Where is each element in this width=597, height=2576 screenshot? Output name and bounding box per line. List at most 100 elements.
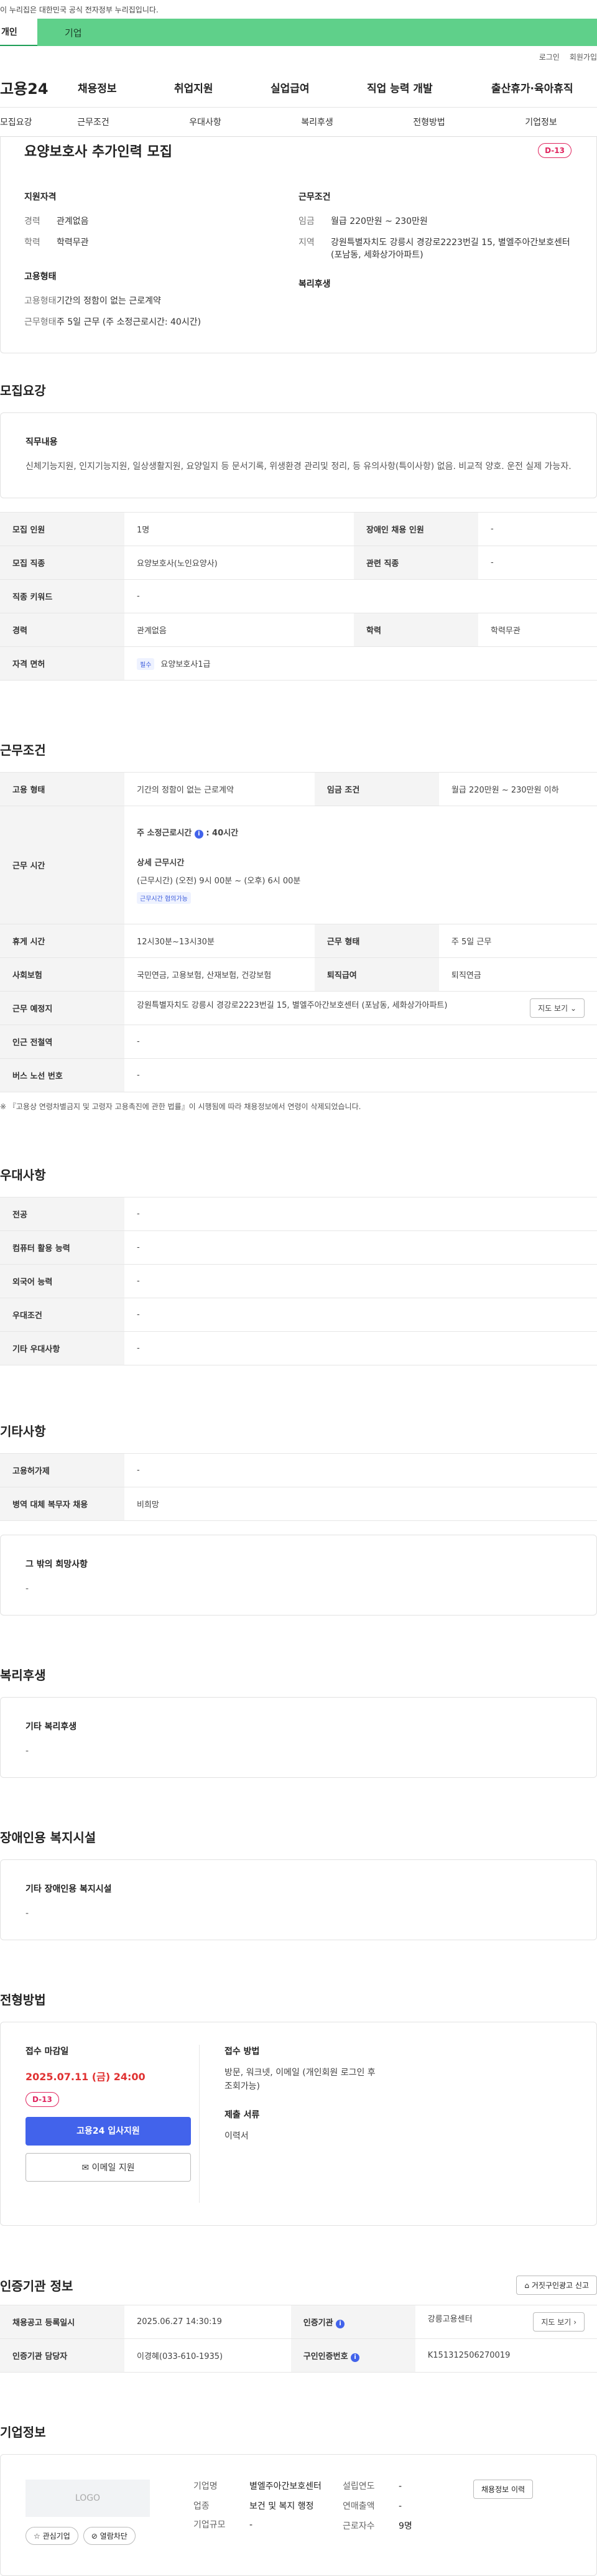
tab-workcond[interactable]: 근무조건 bbox=[37, 116, 149, 128]
cert-agency-key: 인증기관 i bbox=[290, 2305, 415, 2339]
hours-weekly-value: : 40시간 bbox=[206, 829, 239, 838]
deadline-value: 2025.07.11 (금) 24:00 bbox=[25, 2071, 146, 2083]
apply-dday-badge: D-13 bbox=[25, 2092, 59, 2107]
cell-key: 근무 예정지 bbox=[0, 991, 124, 1025]
emp-heading: 고용형태 bbox=[24, 272, 57, 282]
job-title: 요양보호사 추가인력 모집 bbox=[24, 144, 172, 160]
cell-key: 우대조건 bbox=[0, 1298, 124, 1332]
info-icon[interactable]: i bbox=[194, 830, 203, 839]
cell-value: 월급 220만원 ~ 230만원 이하 bbox=[438, 772, 597, 806]
recruit-table: 모집 인원 1명 장애인 채용 인원 - 모집 직종 요양보호사(노인요양사) 관련 직종… bbox=[0, 512, 597, 681]
gnb-item-jobs[interactable]: 채용정보 bbox=[78, 80, 174, 95]
disabled-title: 장애인용 복지시설 bbox=[0, 1830, 96, 1845]
table-row: 병역 대체 복무자 채용 비희망 bbox=[0, 1487, 597, 1521]
site-logo[interactable]: 고용24 bbox=[0, 77, 78, 98]
welfare-heading: 복리후생 bbox=[298, 279, 331, 289]
area-row: 지역 강원특별자치도 강릉시 경강로2223번길 15, 별엘주아간보호센터 (포… bbox=[298, 236, 573, 261]
cell-value: - bbox=[124, 1331, 597, 1365]
corp-year-key: 설립연도 bbox=[343, 2481, 375, 2491]
hours-weekly: 주 소정근로시간 i : 40시간 bbox=[137, 826, 585, 839]
cell-key: 고용허가제 bbox=[0, 1453, 124, 1487]
career-key: 경력 bbox=[24, 216, 40, 226]
cert-agency-value: 강릉고용센터 bbox=[427, 2315, 473, 2324]
cell-key: 모집 인원 bbox=[0, 512, 124, 546]
tab-recruit[interactable]: 모집요강 bbox=[0, 116, 37, 128]
welfare-title: 복리후생 bbox=[0, 1668, 46, 1683]
gnb-item-support[interactable]: 취업지원 bbox=[174, 80, 271, 95]
disabled-box: 기타 장애인용 복지시설 - bbox=[0, 1859, 597, 1940]
table-row: 컴퓨터 활용 능력 - bbox=[0, 1230, 597, 1265]
cert-map-button[interactable]: 지도 보기 › bbox=[533, 2312, 585, 2332]
license-value: 요양보호사1급 bbox=[160, 659, 211, 669]
hours-detail-value: (근무시간) (오전) 9시 00분 ~ (오후) 6시 00분 bbox=[137, 876, 301, 886]
corp-size-value: - bbox=[249, 2520, 253, 2530]
cell-key: 자격 면허 bbox=[0, 646, 124, 681]
cell-value: 주 5일 근무 bbox=[438, 924, 597, 958]
report-button[interactable]: ⌂ 거짓구인광고 신고 bbox=[516, 2276, 597, 2295]
corp-industry-row: 업종 보건 및 복지 행정 bbox=[193, 2499, 343, 2513]
cell-value: - bbox=[124, 1197, 597, 1231]
map-button[interactable]: 지도 보기 ⌄ bbox=[530, 998, 585, 1018]
corp-emp-key: 근로자수 bbox=[343, 2521, 375, 2531]
cell-value: - bbox=[124, 1264, 597, 1298]
cell-key: 모집 직종 bbox=[0, 546, 124, 580]
gnb-item-leave[interactable]: 출산휴가·육아휴직 bbox=[491, 80, 597, 95]
role-corp-label: 기업 bbox=[65, 27, 82, 39]
etc-title: 기타사항 bbox=[0, 1424, 46, 1439]
history-button[interactable]: 채용정보 이력 bbox=[473, 2480, 534, 2499]
edu-key: 학력 bbox=[24, 238, 40, 248]
cell-key: 채용공고 등록일시 bbox=[0, 2305, 124, 2339]
summary-col-left: 지원자격 경력 관계없음 학력 학력무관 고용형태 고용형태 기간의 정함이 없는 근… bbox=[24, 190, 298, 337]
chevron-down-icon: ⌄ bbox=[570, 1004, 576, 1013]
other-wish-box: 그 밖의 희망사항 - bbox=[0, 1535, 597, 1616]
block-corp-button[interactable]: ⊘ 열람차단 bbox=[83, 2527, 136, 2545]
cell-value: - bbox=[478, 512, 597, 546]
worktype-value: 주 5일 근무 (주 소정근로시간: 40시간) bbox=[57, 317, 201, 327]
career-row: 경력 관계없음 bbox=[24, 215, 298, 228]
cell-key: 퇴직급여 bbox=[314, 957, 439, 992]
table-row: 휴게 시간 12시30분~13시30분 근무 형태 주 5일 근무 bbox=[0, 924, 597, 958]
email-apply-button[interactable]: ✉ 이메일 지원 bbox=[25, 2153, 191, 2182]
cell-key: 학력 bbox=[354, 613, 479, 647]
cell-value: - bbox=[124, 1230, 597, 1265]
cell-value: 학력무관 bbox=[478, 613, 597, 647]
info-icon[interactable]: i bbox=[351, 2353, 360, 2362]
cell-value: - bbox=[124, 1025, 597, 1059]
qual-heading: 지원자격 bbox=[24, 192, 57, 202]
signup-link[interactable]: 회원가입 bbox=[570, 52, 597, 62]
tab-welfare[interactable]: 복리후생 bbox=[261, 116, 373, 128]
gnb-item-training[interactable]: 직업 능력 개발 bbox=[367, 80, 491, 95]
wage-row: 임금 월급 220만원 ~ 230만원 bbox=[298, 215, 573, 228]
tab-corp[interactable]: 기업정보 bbox=[485, 116, 597, 128]
other-wish-heading: 그 밖의 희망사항 bbox=[25, 1560, 88, 1569]
deadline-heading: 접수 마감일 bbox=[25, 2047, 69, 2057]
tab-apply[interactable]: 전형방법 bbox=[373, 116, 485, 128]
cell-key: 인근 전철역 bbox=[0, 1025, 124, 1059]
gnb-item-benefit[interactable]: 실업급여 bbox=[271, 80, 367, 95]
career-value: 관계없음 bbox=[57, 216, 89, 226]
cert-no-key-label: 구인인증번호 bbox=[303, 2351, 348, 2361]
cell-value: K151312506270019 bbox=[415, 2338, 597, 2373]
duty-heading: 직무내용 bbox=[25, 437, 58, 447]
cell-value: 관계없음 bbox=[124, 613, 354, 647]
corp-emp-row: 근로자수 9명 bbox=[343, 2519, 473, 2533]
corp-card: LOGO ☆ 관심기업 ⊘ 열람차단 기업명 별엘주아간보호센터 업종 보건 및 복지… bbox=[0, 2454, 597, 2576]
welfare-box: 기타 복리후생 - bbox=[0, 1697, 597, 1778]
tab-pref[interactable]: 우대사항 bbox=[149, 116, 261, 128]
role-corp-tab[interactable]: 기업 bbox=[37, 19, 597, 46]
summary-cols: 지원자격 경력 관계없음 학력 학력무관 고용형태 고용형태 기간의 정함이 없는 근… bbox=[24, 190, 573, 337]
table-row: 기타 우대사항 - bbox=[0, 1331, 597, 1365]
cell-key: 인증기관 담당자 bbox=[0, 2338, 124, 2373]
fav-corp-button[interactable]: ☆ 관심기업 bbox=[25, 2527, 78, 2545]
cell-key: 장애인 채용 인원 bbox=[354, 512, 479, 546]
login-link[interactable]: 로그인 bbox=[539, 52, 560, 62]
cell-key: 직종 키워드 bbox=[0, 579, 124, 613]
map-button-label: 지도 보기 bbox=[538, 1004, 568, 1013]
license-cell: 필수 요양보호사1급 bbox=[124, 646, 597, 681]
role-person-tab[interactable]: 개인 bbox=[0, 19, 37, 46]
table-row: 전공 - bbox=[0, 1197, 597, 1231]
apply-button[interactable]: 고용24 입사지원 bbox=[25, 2117, 191, 2146]
corp-logo: LOGO bbox=[25, 2480, 150, 2517]
info-icon[interactable]: i bbox=[336, 2319, 345, 2328]
cell-key: 경력 bbox=[0, 613, 124, 647]
